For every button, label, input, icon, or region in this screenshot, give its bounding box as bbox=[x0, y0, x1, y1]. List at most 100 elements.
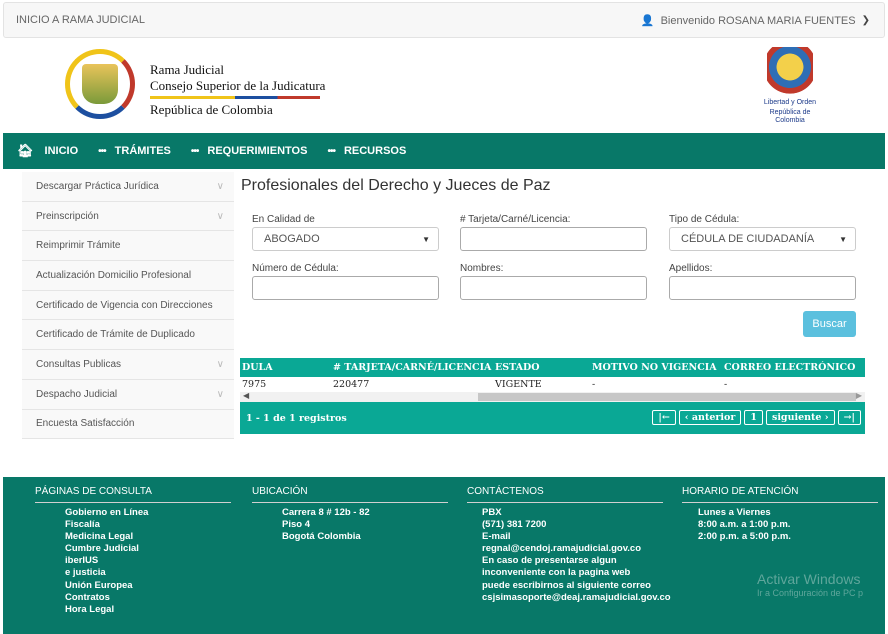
footer-ubicacion-title: UBICACIÓN bbox=[252, 486, 448, 503]
table-cell: - bbox=[724, 379, 728, 390]
sidebar-item-descargar-practica[interactable]: Descargar Práctica Jurídica ∨ bbox=[22, 172, 234, 202]
org-line2: Consejo Superior de la Judicatura bbox=[150, 78, 326, 93]
sidebar-item-consultas-publicas[interactable]: Consultas Publicas ∨ bbox=[22, 350, 234, 380]
sidebar-item-certificado-vigencia[interactable]: Certificado de Vigencia con Direcciones bbox=[22, 290, 234, 321]
sidebar-item-label: Consultas Publicas bbox=[36, 358, 122, 370]
rama-judicial-home-link[interactable]: INICIO A RAMA JUDICIAL bbox=[16, 14, 145, 26]
sidebar-item-actualizacion-domicilio[interactable]: Actualización Domicilio Profesional bbox=[22, 261, 234, 291]
footer-horario: HORARIO DE ATENCIÓN Lunes a Viernes 8:00… bbox=[682, 486, 878, 543]
nombres-input[interactable] bbox=[460, 276, 647, 300]
sidebar-item-label: Descargar Práctica Jurídica bbox=[36, 180, 159, 192]
main-content: Profesionales del Derecho y Jueces de Pa… bbox=[240, 172, 870, 337]
coat-of-arms: Libertad y Orden República de Colombia bbox=[755, 47, 825, 129]
column-header[interactable]: DULA bbox=[242, 362, 273, 373]
footer-link[interactable]: Fiscalía bbox=[65, 519, 231, 531]
watermark-line2: Ir a Configuración de PC p bbox=[757, 588, 864, 598]
tipo-cedula-select[interactable]: CÉDULA DE CIUDADANÍA ▼ bbox=[669, 227, 856, 251]
footer-link[interactable]: iberIUS bbox=[65, 555, 231, 567]
page-number-button[interactable]: 1 bbox=[744, 410, 763, 425]
footer-text: Bogotá Colombia bbox=[282, 531, 361, 543]
footer-email-link[interactable]: regnal@cendoj.ramajudicial.gov.co bbox=[482, 543, 671, 555]
footer-text: Piso 4 bbox=[282, 519, 310, 531]
chevron-down-icon: ∨ bbox=[216, 388, 224, 400]
footer-text: PBX bbox=[482, 507, 502, 518]
column-header[interactable]: ESTADO bbox=[495, 362, 540, 373]
sidebar-item-despacho-judicial[interactable]: Despacho Judicial ∨ bbox=[22, 379, 234, 410]
nav-inicio-label: INICIO bbox=[44, 145, 79, 157]
pagination: |← ‹ anterior 1 siguiente › →| bbox=[652, 410, 861, 425]
home-icon: 🏠︎ bbox=[17, 143, 34, 158]
main-nav: 🏠︎ INICIO ••• TRÁMITES ••• REQUERIMIENTO… bbox=[3, 133, 885, 169]
footer-link[interactable]: Medicina Legal bbox=[65, 531, 231, 543]
table-cell: VIGENTE bbox=[495, 379, 542, 390]
tipo-cedula-value: CÉDULA DE CIUDADANÍA bbox=[681, 233, 815, 245]
column-header[interactable]: MOTIVO NO VIGENCIA bbox=[592, 362, 717, 373]
calidad-select[interactable]: ABOGADO ▼ bbox=[252, 227, 439, 251]
scrollbar-thumb[interactable] bbox=[478, 393, 856, 401]
footer-email-link[interactable]: csjsimasoporte@deaj.ramajudicial.gov.co bbox=[482, 592, 671, 604]
column-header[interactable]: # TARJETA/CARNÉ/LICENCIA bbox=[333, 362, 491, 373]
sidebar-item-reimprimir[interactable]: Reimprimir Trámite bbox=[22, 231, 234, 262]
footer-horario-lines: Lunes a Viernes 8:00 a.m. a 1:00 p.m. 2:… bbox=[698, 507, 878, 543]
nav-inicio[interactable]: 🏠︎ INICIO bbox=[17, 143, 78, 159]
column-header[interactable]: CORREO ELECTRÓNICO bbox=[724, 362, 855, 373]
cedula-label: Número de Cédula: bbox=[252, 263, 339, 274]
last-page-button[interactable]: →| bbox=[837, 410, 861, 425]
footer-link[interactable]: Contratos bbox=[65, 592, 231, 604]
footer-ubicacion-lines: Carrera 8 # 12b - 82 Piso 4 Bogotá Colom… bbox=[282, 507, 448, 543]
nombres-label: Nombres: bbox=[460, 263, 504, 274]
footer-link[interactable]: Hora Legal bbox=[65, 604, 231, 616]
org-line3: República de Colombia bbox=[150, 102, 273, 117]
footer-link[interactable]: Unión Europea bbox=[65, 580, 231, 592]
previous-page-button[interactable]: ‹ anterior bbox=[678, 410, 742, 425]
sidebar-item-encuesta[interactable]: Encuesta Satisfacción bbox=[22, 409, 234, 440]
dots-icon: ••• bbox=[327, 145, 335, 157]
sidebar-item-preinscripcion[interactable]: Preinscripción ∨ bbox=[22, 201, 234, 232]
next-page-button[interactable]: siguiente › bbox=[765, 410, 835, 425]
apellidos-input[interactable] bbox=[669, 276, 856, 300]
chevron-down-icon: ∨ bbox=[216, 180, 224, 192]
chevron-down-icon: ∨ bbox=[216, 358, 224, 370]
nav-recursos[interactable]: ••• RECURSOS bbox=[327, 145, 406, 157]
table-cell: 220477 bbox=[333, 379, 370, 390]
cedula-input[interactable] bbox=[252, 276, 439, 300]
site-header: Rama Judicial Consejo Superior de la Jud… bbox=[3, 39, 885, 133]
buscar-button[interactable]: Buscar bbox=[803, 311, 856, 337]
user-menu[interactable]: 👤 Bienvenido ROSANA MARIA FUENTES ❯ bbox=[641, 14, 870, 28]
footer-link[interactable]: Cumbre Judicial bbox=[65, 543, 231, 555]
rama-judicial-logo bbox=[65, 49, 135, 119]
calidad-label: En Calidad de bbox=[252, 214, 315, 225]
records-count: 1 - 1 de 1 registros bbox=[246, 413, 347, 424]
footer-link[interactable]: e justicia bbox=[65, 567, 231, 579]
chevron-down-icon: ∨ bbox=[216, 210, 224, 222]
nav-tramites[interactable]: ••• TRÁMITES bbox=[98, 145, 171, 157]
tarjeta-input[interactable] bbox=[460, 227, 647, 251]
scroll-right-icon[interactable]: ▶ bbox=[856, 391, 862, 400]
results-table: DULA # TARJETA/CARNÉ/LICENCIA ESTADO MOT… bbox=[240, 358, 865, 434]
nav-requerimientos[interactable]: ••• REQUERIMIENTOS bbox=[191, 145, 308, 157]
footer-text: Carrera 8 # 12b - 82 bbox=[282, 507, 370, 518]
first-page-button[interactable]: |← bbox=[652, 410, 676, 425]
footer-text: 2:00 p.m. a 5:00 p.m. bbox=[698, 531, 791, 543]
footer-contactenos-lines: PBX (571) 381 7200 E-mail regnal@cendoj.… bbox=[482, 507, 671, 604]
horizontal-scrollbar[interactable]: ◀ ▶ bbox=[240, 391, 865, 402]
dots-icon: ••• bbox=[98, 145, 106, 157]
footer-contactenos-title: CONTÁCTENOS bbox=[467, 486, 663, 503]
sidebar-item-label: Despacho Judicial bbox=[36, 388, 118, 400]
tarjeta-label: # Tarjeta/Carné/Licencia: bbox=[460, 214, 571, 225]
sidebar-item-label: Reimprimir Trámite bbox=[36, 240, 121, 252]
coat-caption2: República de Colombia bbox=[769, 109, 811, 124]
welcome-text: Bienvenido ROSANA MARIA FUENTES bbox=[660, 14, 856, 27]
watermark-line1: Activar Windows bbox=[757, 571, 861, 587]
coat-caption1: Libertad y Orden bbox=[763, 99, 817, 106]
table-row[interactable]: 7975 220477 VIGENTE - - bbox=[240, 377, 865, 392]
scroll-left-icon[interactable]: ◀ bbox=[243, 391, 249, 400]
sidebar-item-certificado-duplicado[interactable]: Certificado de Trámite de Duplicado bbox=[22, 320, 234, 351]
nav-tramites-label: TRÁMITES bbox=[114, 145, 171, 157]
sidebar-item-label: Actualización Domicilio Profesional bbox=[36, 269, 192, 281]
footer-consulta: PÁGINAS DE CONSULTA Gobierno en Línea Fi… bbox=[35, 486, 231, 616]
table-cell: 7975 bbox=[242, 379, 267, 390]
tipo-cedula-label: Tipo de Cédula: bbox=[669, 214, 740, 225]
footer-link[interactable]: Gobierno en Línea bbox=[65, 507, 231, 519]
page-title: Profesionales del Derecho y Jueces de Pa… bbox=[241, 177, 551, 194]
